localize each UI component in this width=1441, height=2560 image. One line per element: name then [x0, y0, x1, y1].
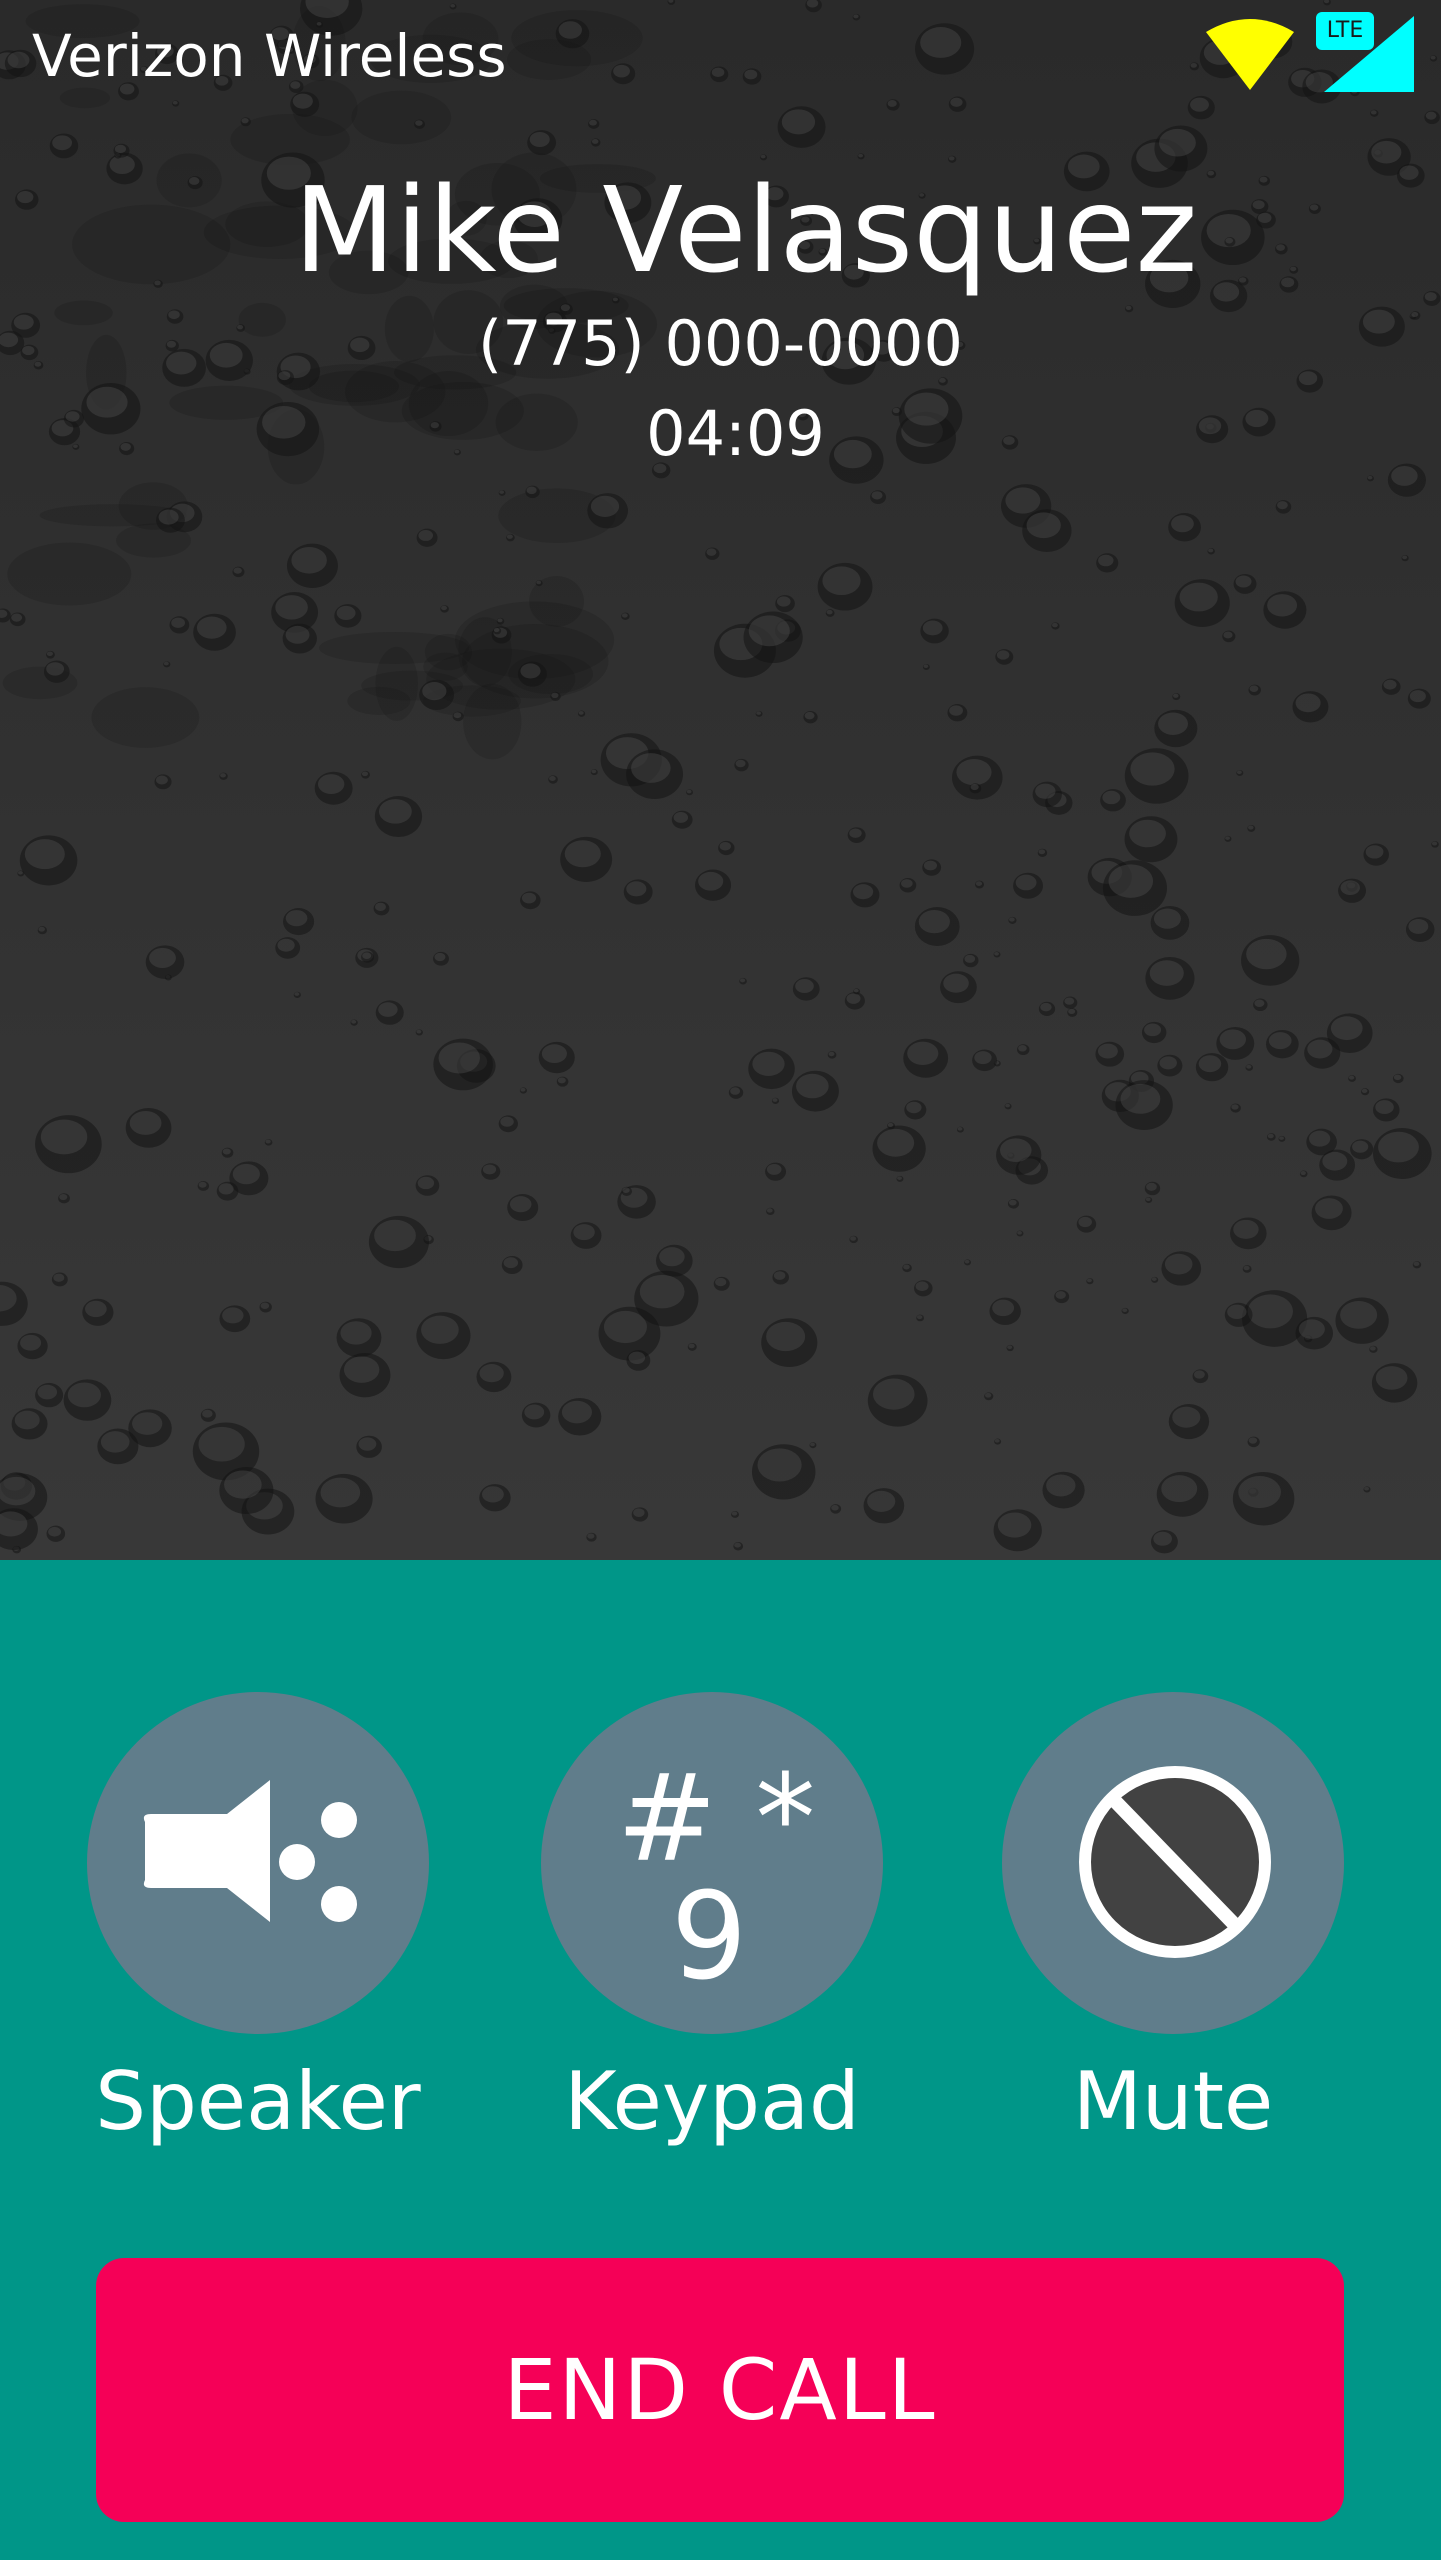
speaker-label: Speaker [95, 2055, 421, 2148]
speaker-icon [143, 1780, 357, 1922]
mute-icon [1079, 1766, 1271, 1958]
keypad-icon-digit: 9 [671, 1868, 747, 2007]
caller-number: (775) 000-0000 [478, 307, 963, 380]
status-bar: Verizon Wireless LTE [0, 0, 1441, 110]
speaker-control[interactable]: Speaker [87, 1692, 429, 2148]
call-duration: 04:09 [646, 397, 825, 470]
speaker-button[interactable] [87, 1692, 429, 2034]
keypad-button[interactable]: # * 9 [541, 1692, 883, 2034]
end-call-button[interactable]: END CALL [96, 2258, 1344, 2522]
keypad-icon: # * 9 [617, 1750, 816, 2007]
lte-badge: LTE [1316, 12, 1374, 50]
mute-control[interactable]: Mute [1002, 1692, 1344, 2148]
caller-name: Mike Velasquez [293, 161, 1198, 299]
mute-label: Mute [1072, 2055, 1274, 2148]
keypad-label: Keypad [564, 2055, 860, 2148]
caller-info: Mike Velasquez (775) 000-0000 04:09 [0, 160, 1441, 474]
carrier-name: Verizon Wireless [32, 22, 507, 90]
in-call-screen: Verizon Wireless LTE Mike Velasquez (775… [0, 0, 1441, 2560]
mute-button[interactable] [1002, 1692, 1344, 2034]
keypad-control[interactable]: # * 9 Keypad [541, 1692, 883, 2148]
wifi-icon [1206, 19, 1294, 90]
